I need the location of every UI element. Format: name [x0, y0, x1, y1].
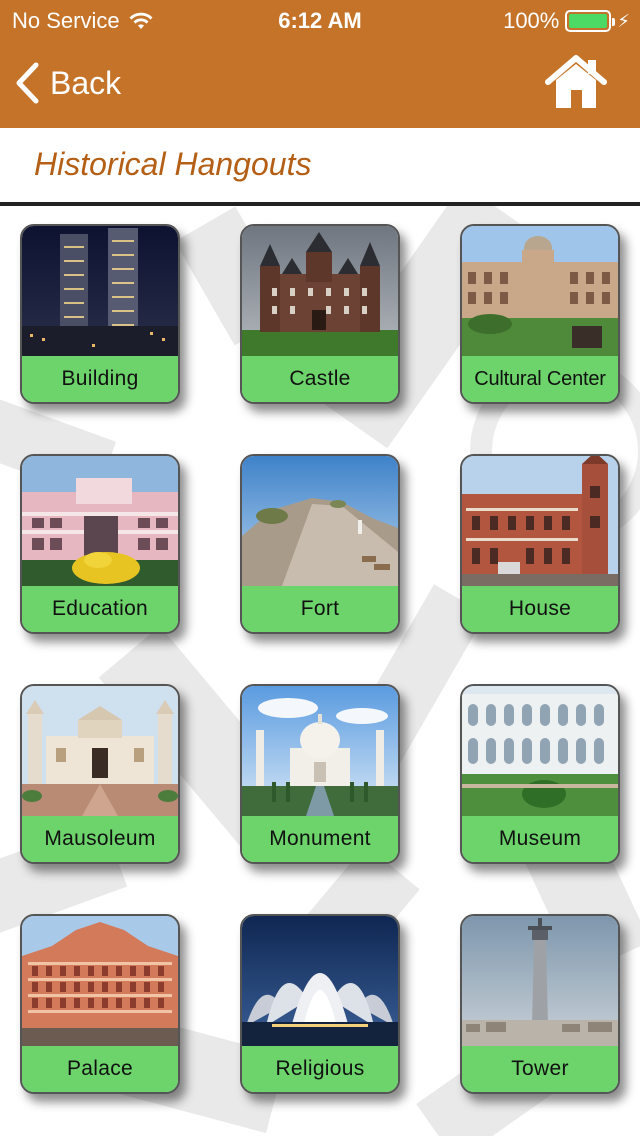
education-image: [22, 456, 178, 586]
category-tile-monument[interactable]: Monument: [240, 684, 400, 864]
category-label: Monument: [242, 816, 398, 862]
category-label: Fort: [242, 586, 398, 632]
battery-icon: [565, 10, 616, 32]
category-label: Building: [22, 356, 178, 402]
category-tile-religious[interactable]: Religious: [240, 914, 400, 1094]
category-label: Palace: [22, 1046, 178, 1092]
back-button[interactable]: Back: [14, 62, 121, 104]
page-title: Historical Hangouts: [34, 146, 312, 182]
monument-image: [242, 686, 398, 816]
tower-image: [462, 916, 618, 1046]
home-button[interactable]: [544, 52, 608, 112]
divider: [0, 202, 640, 206]
battery-percent: 100%: [503, 8, 560, 33]
title-bar: Historical Hangouts: [0, 128, 640, 204]
category-tile-palace[interactable]: Palace: [20, 914, 180, 1094]
category-tile-castle[interactable]: Castle: [240, 224, 400, 404]
castle-image: [242, 226, 398, 356]
navigation-row: Back: [0, 40, 640, 128]
category-tile-tower[interactable]: Tower: [460, 914, 620, 1094]
home-icon: [545, 55, 607, 108]
category-tile-fort[interactable]: Fort: [240, 454, 400, 634]
category-label: Education: [22, 586, 178, 632]
category-tile-building[interactable]: Building: [20, 224, 180, 404]
cultural-center-image: [462, 226, 618, 356]
category-label: Cultural Center: [462, 356, 618, 402]
house-image: [462, 456, 618, 586]
category-label: House: [462, 586, 618, 632]
category-label: Tower: [462, 1046, 618, 1092]
fort-image: [242, 456, 398, 586]
category-label: Castle: [242, 356, 398, 402]
category-tile-museum[interactable]: Museum: [460, 684, 620, 864]
category-tile-house[interactable]: House: [460, 454, 620, 634]
building-image: [22, 226, 178, 356]
chevron-left-icon: [14, 62, 40, 104]
museum-image: [462, 686, 618, 816]
status-bar: No Service 6:12 AM 100% ⚡: [0, 0, 640, 40]
charging-bolt-icon: ⚡: [617, 10, 630, 31]
category-label: Museum: [462, 816, 618, 862]
religious-image: [242, 916, 398, 1046]
header-bar: No Service 6:12 AM 100% ⚡ Back: [0, 0, 640, 128]
back-label: Back: [50, 64, 122, 101]
category-tile-mausoleum[interactable]: Mausoleum: [20, 684, 180, 864]
category-tile-cultural-center[interactable]: Cultural Center: [460, 224, 620, 404]
category-tile-education[interactable]: Education: [20, 454, 180, 634]
category-label: Mausoleum: [22, 816, 178, 862]
mausoleum-image: [22, 686, 178, 816]
palace-image: [22, 916, 178, 1046]
category-label: Religious: [242, 1046, 398, 1092]
